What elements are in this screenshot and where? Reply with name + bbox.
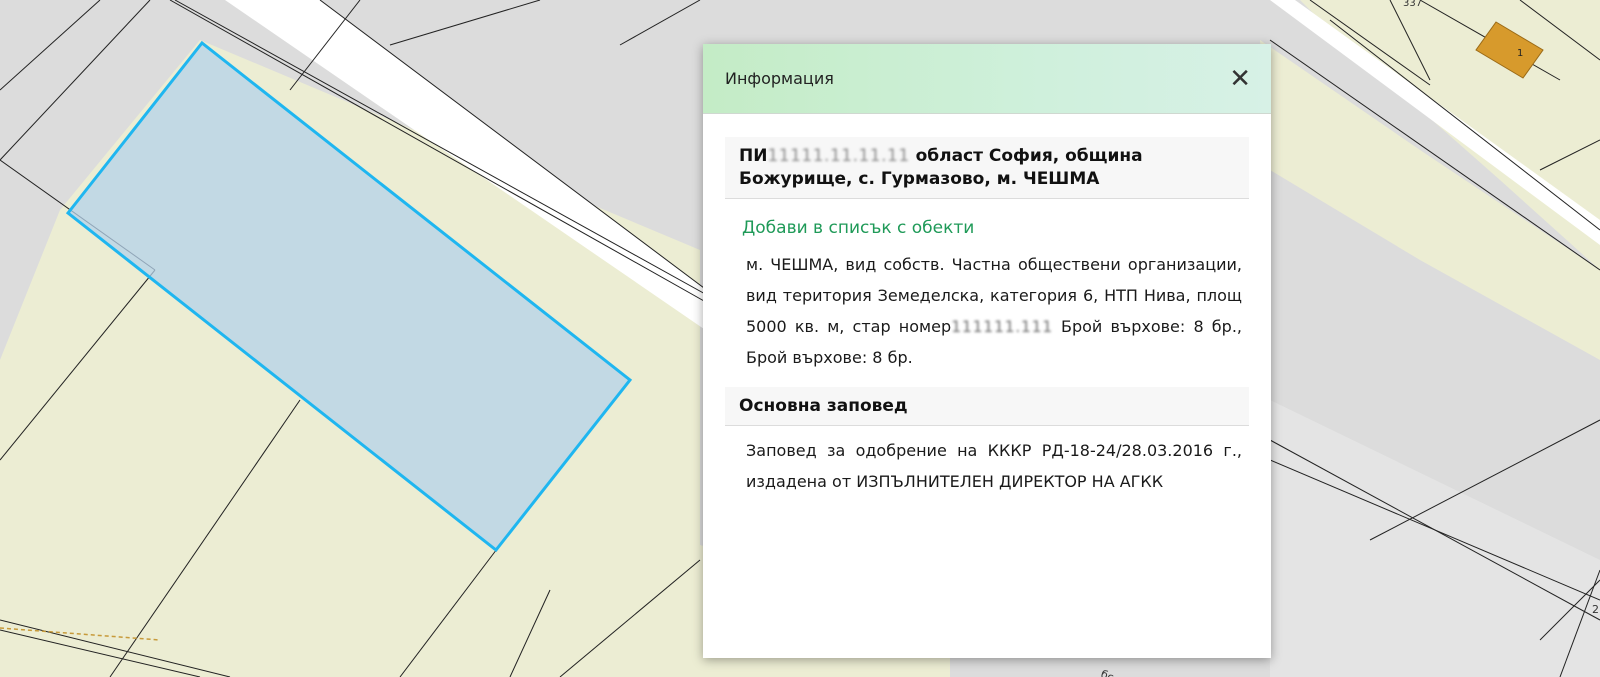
redacted-parcel-id: 11111.11.11.11 xyxy=(767,146,910,166)
popup-body: ПИ11111.11.11.11 област София, община Бо… xyxy=(725,114,1249,658)
parcel-label: 2 xyxy=(1592,603,1599,616)
information-popup[interactable]: Информация ✕ ПИ11111.11.11.11 област Соф… xyxy=(703,44,1271,658)
popup-title: Информация xyxy=(725,69,834,88)
parcel-heading: ПИ11111.11.11.11 област София, община Бо… xyxy=(725,137,1249,199)
order-text: Заповед за одобрение на КККР РД-18-24/28… xyxy=(746,441,1242,491)
order-heading: Основна заповед xyxy=(725,387,1249,426)
parcel-label: 337 xyxy=(1403,0,1422,9)
popup-header: Информация ✕ xyxy=(703,44,1271,114)
parcel-description: м. ЧЕШМА, вид собств. Частна обществени … xyxy=(725,238,1249,373)
close-icon[interactable]: ✕ xyxy=(1229,66,1251,92)
add-to-list-link[interactable]: Добави в списък с обекти xyxy=(725,199,1249,238)
parcel-label: 1 xyxy=(1517,48,1523,59)
redacted-old-number: 111111.111 xyxy=(951,317,1053,336)
parcel-prefix: ПИ xyxy=(739,146,768,166)
